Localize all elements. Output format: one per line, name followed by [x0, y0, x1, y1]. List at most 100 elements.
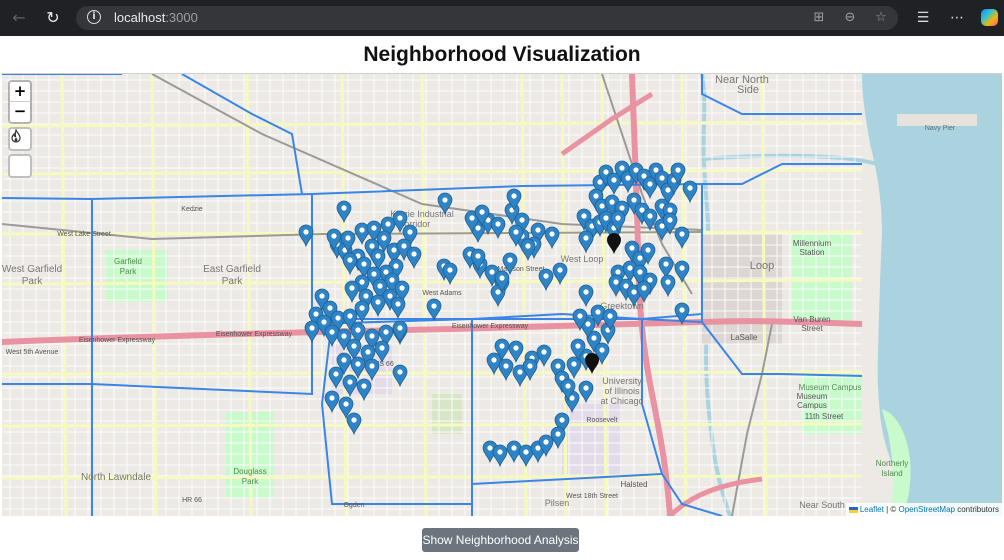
marker-dot	[667, 217, 673, 223]
marker-dot	[495, 221, 501, 227]
marker-dot	[442, 197, 448, 203]
marker-dot	[369, 363, 375, 369]
marker-dot	[487, 445, 493, 451]
favorite-star-icon[interactable]: ☆	[871, 8, 891, 28]
map-label-millennium: Millennium	[793, 239, 832, 248]
show-neighborhood-analysis-button[interactable]: Show Neighborhood Analysis	[422, 528, 579, 552]
marker-dot	[679, 307, 685, 313]
marker-dot	[341, 333, 347, 339]
attribution-suffix: contributors	[954, 505, 999, 514]
marker-dot	[335, 315, 341, 321]
zoom-out-button[interactable]: −	[10, 102, 30, 122]
map-label-northerly: Northerly	[876, 459, 908, 468]
marker-dot	[659, 223, 665, 229]
marker-dot	[627, 265, 633, 271]
marker-dot	[535, 445, 541, 451]
marker-dot	[607, 313, 613, 319]
marker-dot	[475, 253, 481, 259]
marker-dot	[503, 363, 509, 369]
marker-dot	[613, 279, 619, 285]
marker-dot	[379, 345, 385, 351]
marker-dot	[629, 245, 635, 251]
info-icon[interactable]: i	[87, 10, 101, 24]
copilot-icon[interactable]	[981, 9, 998, 26]
marker-dot	[513, 345, 519, 351]
marker-dot	[397, 369, 403, 375]
marker-dot	[653, 167, 659, 173]
marker-dot	[329, 329, 335, 335]
marker-dot	[447, 267, 453, 273]
map-label-station: Station	[800, 248, 825, 257]
map-label-west-adams: West Adams	[422, 290, 462, 297]
address-bar[interactable]: i localhost:3000 ⊞ ⊖ ☆	[76, 6, 898, 30]
marker-dot	[329, 395, 335, 401]
heatmap-toggle-button[interactable]	[8, 127, 32, 151]
map-label-of-illinois: of Illinois	[604, 386, 640, 396]
marker-dot	[375, 299, 381, 305]
more-menu-icon[interactable]: ⋯	[946, 7, 968, 29]
layer-control-button[interactable]	[8, 154, 32, 178]
marker-dot	[543, 273, 549, 279]
map-label-west-18th: West 18th Street	[566, 493, 618, 500]
map-label-11th-street: 11th Street	[805, 412, 844, 421]
marker-dot	[599, 203, 605, 209]
leaflet-link[interactable]: Leaflet	[860, 505, 884, 514]
marker-dot	[411, 251, 417, 257]
marker-dot	[645, 247, 651, 253]
marker-dot	[479, 209, 485, 215]
zoom-in-button[interactable]: +	[10, 82, 30, 102]
marker-dot	[345, 235, 351, 241]
reload-icon[interactable]: ↻	[42, 7, 64, 29]
marker-dot	[575, 343, 581, 349]
marker-dot	[399, 285, 405, 291]
map-canvas[interactable]: Near North Side West Garfield Park East …	[2, 74, 1002, 516]
marker-dot	[313, 311, 319, 317]
osm-link[interactable]: OpenStreetMap	[898, 505, 954, 514]
map-container[interactable]: Near North Side West Garfield Park East …	[2, 73, 1002, 516]
marker-dot	[347, 379, 353, 385]
marker-dot	[371, 225, 377, 231]
marker-dot	[603, 169, 609, 175]
marker-dot	[633, 167, 639, 173]
marker-dot	[557, 267, 563, 273]
marker-dot	[333, 371, 339, 377]
marker-dot	[665, 187, 671, 193]
zoom-out-icon[interactable]: ⊖	[840, 8, 860, 28]
marker-dot	[523, 449, 529, 455]
marker-dot	[513, 229, 519, 235]
marker-dot	[303, 229, 309, 235]
map-label-park-4: Park	[242, 477, 259, 486]
marker-dot	[383, 329, 389, 335]
marker-dot	[679, 265, 685, 271]
marker-dot	[615, 215, 621, 221]
map-label-park-3: Park	[120, 267, 137, 276]
marker-dot	[369, 333, 375, 339]
map-label-garfield-park: Garfield	[114, 257, 142, 266]
map-label-lasalle: LaSalle	[731, 333, 758, 342]
fire-icon	[11, 129, 21, 143]
marker-dot	[583, 289, 589, 295]
marker-dot	[351, 417, 357, 423]
map-label-douglass-park: Douglass	[233, 467, 266, 476]
marker-dot	[631, 197, 637, 203]
marker-dot	[369, 243, 375, 249]
map-label-east-garfield: East Garfield	[203, 264, 261, 275]
marker-dot	[431, 303, 437, 309]
favorites-list-icon[interactable]: ☰	[912, 7, 934, 29]
marker-dot	[349, 285, 355, 291]
marker-dot	[647, 181, 653, 187]
back-arrow-icon[interactable]: ←	[8, 7, 30, 29]
app-grid-icon[interactable]: ⊞	[809, 8, 829, 28]
url-text: localhost:3000	[114, 10, 198, 26]
marker-dot	[391, 247, 397, 253]
marker-dot	[611, 177, 617, 183]
map-label-van-buren: Van Buren	[793, 315, 830, 324]
zoom-control: + −	[8, 80, 32, 124]
map-label-near-south: Near South	[799, 500, 845, 510]
map-label-halsted: Halsted	[620, 480, 647, 489]
map-attribution: Leaflet | © OpenStreetMap contributors	[845, 503, 1002, 516]
marker-dot	[359, 279, 365, 285]
map-label-west-5th: West 5th Avenue	[6, 349, 59, 356]
marker-dot	[499, 343, 505, 349]
map-label-north-lawndale: North Lawndale	[81, 472, 151, 483]
